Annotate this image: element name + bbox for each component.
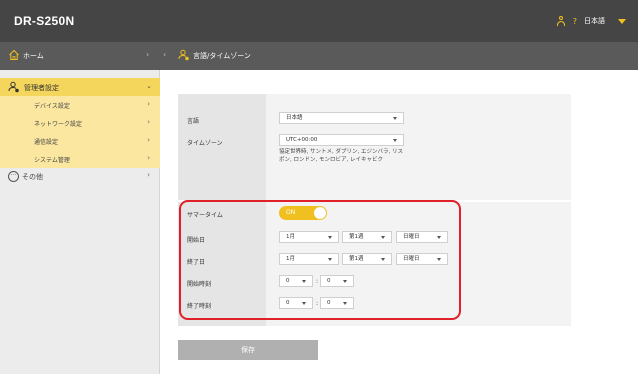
admin-settings-icon: [178, 49, 189, 61]
chevron-right-icon: ›: [147, 171, 150, 179]
more-icon: ···: [8, 171, 19, 182]
sidebar-item-label: その他: [22, 173, 43, 181]
product-logo: DR-S250N: [14, 14, 75, 28]
sidebar-group-label: 管理者設定: [24, 84, 59, 92]
sidebar-item-label: ネットワーク設定: [34, 121, 83, 128]
breadcrumb: ホーム › ‹ 言語/タイムゾーン: [0, 42, 638, 70]
sidebar-item-network[interactable]: ネットワーク設定 ›: [0, 114, 160, 132]
admin-settings-icon: [8, 81, 19, 93]
language-selector[interactable]: 日本語: [584, 16, 605, 26]
sidebar: 管理者設定 ⌄ デバイス設定 › ネットワーク設定 › 通信設定 › システム管…: [0, 70, 160, 374]
sidebar-item-label: システム管理: [34, 157, 70, 164]
chevron-right-icon: ›: [146, 50, 150, 59]
help-icon[interactable]: ?: [573, 17, 577, 26]
breadcrumb-home[interactable]: ホーム: [23, 51, 44, 61]
sidebar-item-device[interactable]: デバイス設定 ›: [0, 96, 160, 114]
sidebar-item-communication[interactable]: 通信設定 ›: [0, 132, 160, 150]
chevron-down-icon[interactable]: [618, 18, 626, 24]
sidebar-item-label: 通信設定: [34, 139, 59, 146]
language-select[interactable]: 日本語: [279, 112, 404, 124]
timezone-description: 協定世界時, サントメ, ダブリン, エジンバラ, リスボン, ロンドン, モン…: [279, 149, 403, 163]
user-icon[interactable]: [556, 16, 566, 26]
chevron-right-icon: ›: [147, 154, 150, 162]
select-value: 日本語: [286, 115, 303, 121]
language-label: 言語: [187, 118, 200, 125]
sidebar-item-label: デバイス設定: [34, 103, 70, 110]
timezone-select[interactable]: UTC+00:00: [279, 134, 404, 146]
top-bar: DR-S250N ? 日本語: [0, 0, 638, 42]
breadcrumb-current: 言語/タイムゾーン: [193, 52, 251, 60]
sidebar-group-admin[interactable]: 管理者設定 ⌄: [0, 78, 160, 96]
sidebar-item-system[interactable]: システム管理 ›: [0, 150, 160, 168]
home-icon[interactable]: [8, 49, 20, 61]
save-button[interactable]: 保存: [178, 340, 318, 360]
chevron-right-icon: ›: [147, 100, 150, 108]
chevron-down-icon: [393, 139, 397, 142]
top-right-menu: ? 日本語: [556, 16, 626, 26]
chevron-left-icon[interactable]: ‹: [163, 50, 166, 59]
sidebar-item-other[interactable]: ··· その他 ›: [0, 168, 160, 186]
chevron-down-icon: ⌄: [146, 82, 152, 90]
select-value: UTC+00:00: [286, 137, 318, 143]
highlight-box: [179, 200, 461, 320]
chevron-down-icon: [393, 117, 397, 120]
chevron-right-icon: ›: [147, 118, 150, 126]
chevron-right-icon: ›: [147, 136, 150, 144]
timezone-label: タイムゾーン: [187, 140, 223, 147]
